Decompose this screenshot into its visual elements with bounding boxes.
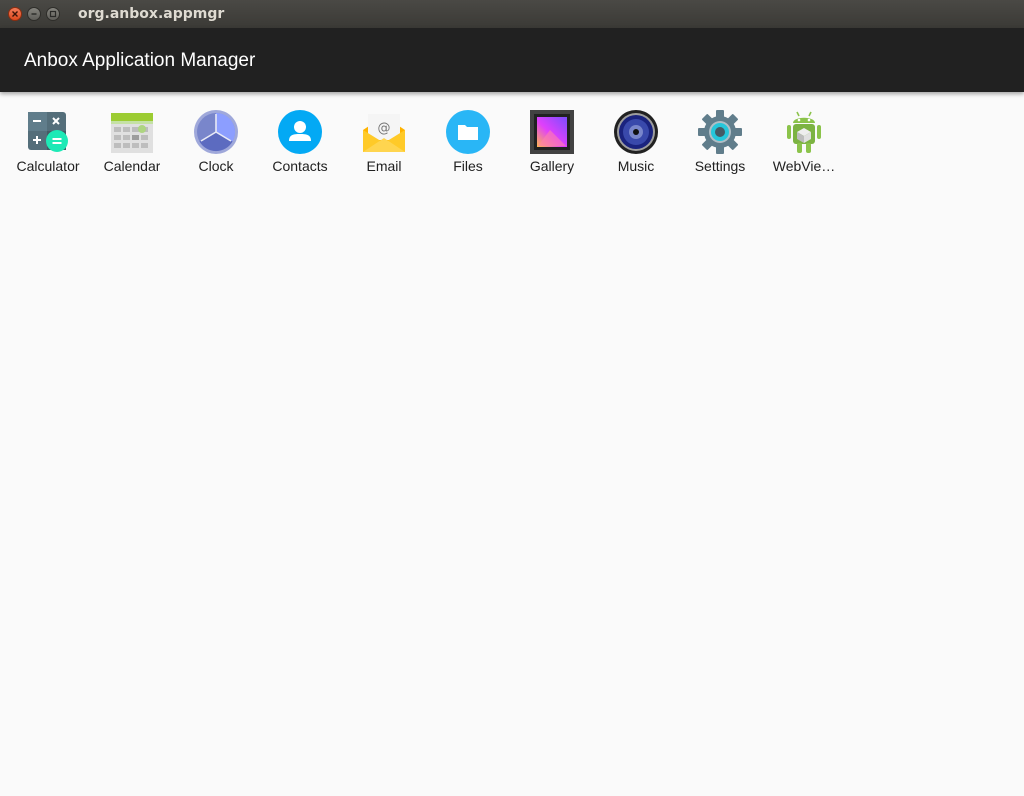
calendar-icon <box>111 113 153 153</box>
app-grid: Calculator Calendar Clock Contacts @ Ema… <box>6 108 846 178</box>
app-calculator[interactable]: Calculator <box>6 108 90 178</box>
app-label: Calendar <box>103 158 161 174</box>
clock-icon <box>194 110 238 154</box>
android-icon <box>787 111 821 153</box>
app-calendar[interactable]: Calendar <box>90 108 174 178</box>
app-label: Clock <box>198 158 234 174</box>
app-title: Anbox Application Manager <box>24 50 256 71</box>
app-bar: Anbox Application Manager <box>0 28 1024 92</box>
close-icon <box>12 11 18 17</box>
app-label: Contacts <box>272 158 328 174</box>
window-minimize-button[interactable] <box>27 7 41 21</box>
app-label: Gallery <box>529 158 575 174</box>
minimize-icon <box>31 13 37 15</box>
music-icon <box>614 110 658 154</box>
app-label: Email <box>366 158 402 174</box>
app-label: Calculator <box>16 158 80 174</box>
app-webview[interactable]: WebVie… <box>762 108 846 178</box>
maximize-icon <box>49 10 57 18</box>
app-gallery[interactable]: Gallery <box>510 108 594 178</box>
app-music[interactable]: Music <box>594 108 678 178</box>
app-files[interactable]: Files <box>426 108 510 178</box>
window-close-button[interactable] <box>8 7 22 21</box>
app-email[interactable]: @ Email <box>342 108 426 178</box>
app-clock[interactable]: Clock <box>174 108 258 178</box>
settings-icon <box>698 110 742 154</box>
app-label: Settings <box>694 158 746 174</box>
calculator-icon <box>28 112 68 152</box>
app-label: WebVie… <box>772 158 836 174</box>
window-titlebar[interactable]: org.anbox.appmgr <box>0 0 1024 28</box>
app-label: Music <box>617 158 655 174</box>
window-maximize-button[interactable] <box>46 7 60 21</box>
gallery-icon <box>530 110 574 154</box>
svg-text:@: @ <box>378 121 391 136</box>
app-settings[interactable]: Settings <box>678 108 762 178</box>
email-icon: @ <box>363 114 405 152</box>
app-contacts[interactable]: Contacts <box>258 108 342 178</box>
window-title: org.anbox.appmgr <box>78 6 225 22</box>
app-label: Files <box>453 158 483 174</box>
files-icon <box>446 110 490 154</box>
window-controls <box>8 7 65 21</box>
contacts-icon <box>278 110 322 154</box>
